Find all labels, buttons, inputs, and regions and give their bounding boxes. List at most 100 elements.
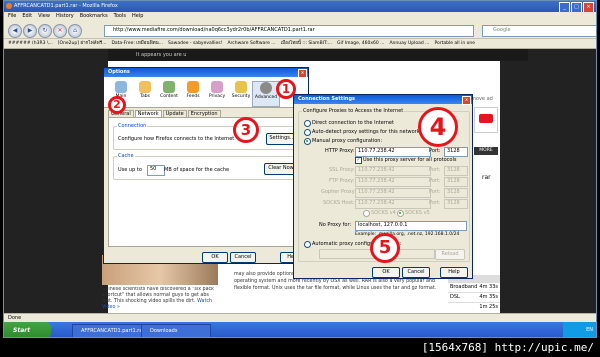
tab-label: Feeds (186, 94, 200, 99)
tab-content[interactable]: Content (156, 81, 182, 105)
menu-bookmarks[interactable]: Bookmarks (80, 12, 108, 21)
ad-box (474, 107, 498, 133)
table-row: Broadband 4m 33s (448, 283, 500, 293)
connection-description: Configure how Firefox connects to the In… (118, 136, 235, 142)
connection-settings-title: Connection Settings (298, 96, 356, 102)
ssl-proxy-label: SSL Proxy: (329, 167, 355, 173)
no-proxy-example: Example: .mozilla.org, .net.nz, 192.168.… (355, 232, 460, 237)
system-tray: EN (563, 322, 596, 337)
stop-icon[interactable]: ✕ (53, 24, 67, 38)
connection-settings-titlebar[interactable]: Connection Settings × (294, 95, 472, 105)
bookmark-item[interactable]: ###### (h3R3 \... (8, 39, 53, 48)
bookmark-item[interactable]: [One2up] ฝากไฟล์ฟรี... (58, 39, 107, 48)
http-port-input[interactable]: 3128 (444, 147, 468, 157)
forward-icon[interactable]: ▶ (23, 24, 37, 38)
menu-help[interactable]: Help (132, 12, 143, 21)
socks5-radio (397, 210, 404, 217)
download-time: 1m 25s (479, 304, 498, 310)
ad-graphic (479, 114, 493, 123)
menu-edit[interactable]: Edit (22, 12, 32, 21)
options-dialog: Options × Main Tabs Content Feeds Privac… (103, 67, 309, 264)
tab-label: Content (160, 94, 178, 99)
auto-config-radio[interactable] (304, 241, 311, 248)
ok-button[interactable]: OK (202, 252, 228, 263)
url-bar[interactable]: http://www.mediafire.com/download/na0q6c… (104, 25, 474, 37)
menu-history[interactable]: History (56, 12, 74, 21)
tab-feeds[interactable]: Feeds (180, 81, 206, 105)
ssl-port-input: 3128 (444, 166, 468, 176)
step-marker-2: 2 (108, 96, 126, 114)
manual-radio[interactable] (304, 138, 311, 145)
ok-button[interactable]: OK (372, 267, 400, 278)
cache-use-label: Use up to (118, 167, 142, 173)
no-proxy-label: No Proxy for: (319, 222, 352, 228)
tab-label: Security (231, 94, 251, 99)
bookmark-item[interactable]: เมืองไทยนี้ ::: SiamBIT:... (281, 39, 332, 48)
home-icon[interactable]: ⌂ (68, 24, 82, 38)
help-button[interactable]: Help (440, 267, 468, 278)
no-proxy-input[interactable]: localhost, 127.0.0.1 (355, 221, 467, 231)
tabs-icon (139, 81, 151, 93)
socks-port-input: 3128 (444, 199, 468, 209)
gopher-proxy-label: Gopher Proxy: (321, 189, 357, 195)
cache-group-label: Cache (117, 153, 135, 159)
page-banner: It appears you are u (108, 49, 528, 61)
socks-port-label: Port: (429, 200, 441, 206)
http-proxy-input[interactable]: 110.77.238.42 (355, 147, 431, 157)
search-input[interactable]: Google (482, 25, 596, 37)
status-bar: Done (4, 313, 596, 322)
download-time-table: D TIME Broadband4m 33s DSL4m 35s 1m 25s (448, 275, 500, 313)
tab-label: Privacy (208, 94, 226, 99)
step-marker-3: 3 (233, 117, 259, 143)
http-port-label: Port: (429, 148, 441, 154)
table-row: DSL 4m 35s (448, 293, 500, 303)
cancel-button[interactable]: Cancel (230, 252, 256, 263)
main-icon (115, 81, 127, 93)
ftp-proxy-input: 110.77.238.42 (355, 177, 431, 187)
task-downloads[interactable]: Downloads (141, 324, 211, 337)
window-title: AFFRCANCATD1.part1.rar - Mozilla Firefox (14, 3, 118, 9)
tab-privacy[interactable]: Privacy (204, 81, 230, 105)
socks4-radio (363, 210, 370, 217)
socks-host-input: 110.77.238.42 (355, 199, 431, 209)
feeds-icon (187, 81, 199, 93)
window-titlebar[interactable]: AFFRCANCATD1.part1.rar - Mozilla Firefox… (4, 1, 596, 13)
direct-radio[interactable] (304, 120, 311, 127)
privacy-icon (211, 81, 223, 93)
menu-bar: File Edit View History Bookmarks Tools H… (4, 12, 596, 21)
close-icon[interactable]: × (462, 96, 471, 105)
ftp-port-label: Port: (429, 178, 441, 184)
navigation-toolbar: ◀ ▶ ↻ ✕ ⌂ http://www.mediafire.com/downl… (4, 21, 596, 39)
menu-view[interactable]: View (38, 12, 50, 21)
more-button[interactable]: MORE (474, 147, 498, 155)
menu-tools[interactable]: Tools (114, 12, 126, 21)
cancel-button[interactable]: Cancel (402, 267, 430, 278)
bookmark-item[interactable]: Archware Software ... (227, 39, 275, 48)
windows-taskbar: Start AFFRCANCATD1.part1.rar... Download… (4, 322, 596, 337)
menu-file[interactable]: File (8, 12, 16, 21)
options-titlebar[interactable]: Options × (104, 68, 308, 78)
reload-button: Reload (435, 249, 465, 260)
bookmark-item[interactable]: Portable all in one (434, 39, 475, 48)
step-marker-1: 1 (276, 79, 296, 99)
bookmarks-toolbar: ###### (h3R3 \... [One2up] ฝากไฟล์ฟรี...… (4, 39, 596, 49)
use-all-checkbox[interactable]: ✓ (355, 157, 362, 164)
back-icon[interactable]: ◀ (8, 24, 22, 38)
tab-security[interactable]: Security (228, 81, 254, 105)
reload-icon[interactable]: ↻ (38, 24, 52, 38)
connection-group: Connection Configure how Firefox connect… (113, 123, 301, 150)
bookmark-item[interactable]: Gif Image, 460x60 ... (337, 39, 384, 48)
tab-tabs[interactable]: Tabs (132, 81, 158, 105)
bookmark-item[interactable]: Sawadee - sabyevallies! (168, 39, 222, 48)
bookmark-item[interactable]: Data-Free: เหมือนฟิตน... (111, 39, 163, 48)
socks4-label: SOCKS v4 (371, 210, 396, 216)
step-marker-4: 4 (418, 107, 458, 147)
connection-type: Broadband (450, 284, 478, 290)
download-time: 4m 35s (479, 294, 498, 300)
ssl-port-label: Port: (429, 167, 441, 173)
auto-detect-label: Auto-detect proxy settings for this netw… (312, 129, 420, 135)
cache-size-input[interactable]: 50 (147, 165, 165, 176)
bookmark-item[interactable]: Annuay Upload ... (389, 39, 429, 48)
auto-detect-radio[interactable] (304, 129, 311, 136)
start-button[interactable]: Start (4, 322, 51, 337)
